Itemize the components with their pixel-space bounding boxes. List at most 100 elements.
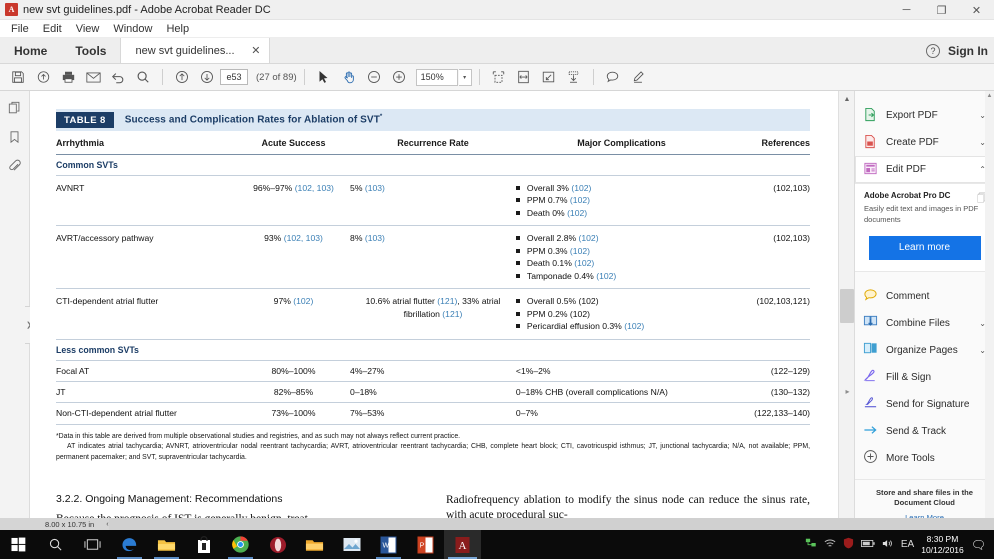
- upload-cloud-icon[interactable]: [31, 66, 55, 88]
- tool-send-for-signature[interactable]: Send for Signature: [855, 391, 994, 418]
- panel-scroll-up[interactable]: ▲: [985, 91, 994, 100]
- language-indicator[interactable]: EA: [901, 539, 914, 550]
- search-icon[interactable]: [131, 66, 155, 88]
- scroll-page-marker[interactable]: ▸: [842, 386, 853, 397]
- cell-acute-success: 82%–85%: [236, 381, 351, 404]
- signin-area: ? Sign In: [926, 38, 988, 64]
- scrollbar-thumb[interactable]: [840, 289, 854, 323]
- volume-icon[interactable]: [882, 538, 894, 552]
- pdf-page: TABLE 8 Success and Complication Rates f…: [30, 91, 838, 532]
- tool-more-tools[interactable]: More Tools: [855, 445, 994, 472]
- menu-window[interactable]: Window: [106, 22, 159, 36]
- network-icon[interactable]: [805, 537, 817, 552]
- svt-table: TABLE 8 Success and Complication Rates f…: [56, 109, 810, 425]
- cell-references: (130–132): [727, 381, 810, 404]
- cell-complications: 0–18% CHB (overall complications N/A): [515, 381, 728, 404]
- print-icon[interactable]: [56, 66, 80, 88]
- page-thumbnails-icon[interactable]: [6, 99, 24, 117]
- minimize-button[interactable]: ─: [889, 0, 924, 20]
- table-badge: TABLE 8: [56, 112, 114, 128]
- save-icon[interactable]: [6, 66, 30, 88]
- notification-icon[interactable]: 🗨: [971, 538, 988, 552]
- word-icon[interactable]: W: [370, 530, 407, 559]
- tab-tools[interactable]: Tools: [61, 38, 120, 63]
- table-group-row: Common SVTs: [56, 154, 810, 176]
- table-row: Non-CTI-dependent atrial flutter 73%–100…: [56, 402, 810, 425]
- tool-edit-pdf[interactable]: Edit PDF ⌃: [855, 156, 994, 183]
- menu-view[interactable]: View: [69, 22, 107, 36]
- page-number-input[interactable]: e53: [220, 69, 248, 85]
- edge-icon[interactable]: [111, 530, 148, 559]
- acrobat-icon[interactable]: A: [444, 530, 481, 559]
- table-row: JT 82%–85% 0–18% 0–18% CHB (overall comp…: [56, 381, 810, 404]
- task-view-icon[interactable]: [74, 530, 111, 559]
- scroll-mode-icon[interactable]: [562, 66, 586, 88]
- wifi-icon[interactable]: [824, 538, 836, 552]
- comment-icon[interactable]: [601, 66, 625, 88]
- next-page-icon[interactable]: [195, 66, 219, 88]
- zoom-out-icon[interactable]: [362, 66, 386, 88]
- help-icon[interactable]: ?: [926, 44, 940, 58]
- send-signature-icon: [863, 395, 878, 413]
- complication-item: Tamponade 0.4% (102): [515, 270, 727, 282]
- complication-item: Death 0% (102): [515, 207, 727, 219]
- opera-icon[interactable]: [259, 530, 296, 559]
- tool-create-pdf[interactable]: Create PDF ⌄: [855, 129, 994, 156]
- tool-send-track[interactable]: Send & Track: [855, 418, 994, 445]
- chevron-down-icon[interactable]: ▾: [458, 68, 472, 86]
- chrome-icon[interactable]: [222, 530, 259, 559]
- table-row: AVRT/accessory pathway 93% (102, 103) 8%…: [56, 225, 810, 290]
- store-icon[interactable]: [185, 530, 222, 559]
- tools-panel-scrollbar[interactable]: ▲ ▼: [985, 91, 994, 532]
- tool-comment[interactable]: Comment: [855, 283, 994, 310]
- bookmarks-icon[interactable]: [6, 128, 24, 146]
- menu-file[interactable]: File: [4, 22, 36, 36]
- promo-description: Easily edit text and images in PDF docum…: [864, 204, 979, 224]
- powerpoint-icon[interactable]: P: [407, 530, 444, 559]
- battery-icon[interactable]: [860, 539, 875, 551]
- learn-more-button[interactable]: Learn more: [868, 235, 981, 260]
- tool-label: Send & Track: [886, 425, 947, 437]
- fit-width-icon[interactable]: [512, 66, 536, 88]
- menu-help[interactable]: Help: [159, 22, 196, 36]
- close-button[interactable]: ✕: [959, 0, 994, 20]
- tool-organize-pages[interactable]: Organize Pages ⌄: [855, 337, 994, 364]
- scroll-up-arrow[interactable]: ▲: [839, 91, 854, 107]
- document-vertical-scrollbar[interactable]: ▲ ▸ ▼: [838, 91, 854, 532]
- section-heading: 3.2.2. Ongoing Management: Recommendatio…: [56, 492, 283, 505]
- maximize-button[interactable]: ❐: [924, 0, 959, 20]
- tool-label: Edit PDF: [886, 164, 927, 175]
- zoom-in-icon[interactable]: [387, 66, 411, 88]
- sign-in-button[interactable]: Sign In: [948, 44, 988, 58]
- cell-acute-success: 96%–97% (102, 103): [236, 175, 351, 227]
- select-tool-icon[interactable]: [312, 66, 336, 88]
- tab-home[interactable]: Home: [0, 38, 61, 63]
- taskbar-search-icon[interactable]: [37, 530, 74, 559]
- fit-page-icon[interactable]: [487, 66, 511, 88]
- fullscreen-icon[interactable]: [537, 66, 561, 88]
- zoom-level-input[interactable]: 150%: [415, 68, 458, 86]
- tool-combine-files[interactable]: Combine Files ⌄: [855, 310, 994, 337]
- shield-icon[interactable]: [843, 537, 854, 552]
- cell-arrhythmia: CTI-dependent atrial flutter: [56, 288, 237, 340]
- undo-icon[interactable]: [106, 66, 130, 88]
- column-header-arrhythmia: Arrhythmia: [56, 131, 237, 155]
- photos-icon[interactable]: [333, 530, 370, 559]
- horizontal-scrollbar-track[interactable]: [108, 518, 994, 530]
- attachments-icon[interactable]: [6, 157, 24, 175]
- menu-edit[interactable]: Edit: [36, 22, 69, 36]
- taskbar-clock[interactable]: 8:30 PM 10/12/2016: [921, 534, 964, 555]
- folder-icon[interactable]: [296, 530, 333, 559]
- tool-label: Send for Signature: [886, 398, 970, 410]
- email-icon[interactable]: [81, 66, 105, 88]
- tab-document[interactable]: new svt guidelines... ✕: [120, 38, 271, 63]
- tool-fill-sign[interactable]: Fill & Sign: [855, 364, 994, 391]
- file-explorer-icon[interactable]: [148, 530, 185, 559]
- tool-export-pdf[interactable]: Export PDF ⌄: [855, 102, 994, 129]
- previous-page-icon[interactable]: [170, 66, 194, 88]
- start-icon[interactable]: [0, 530, 37, 559]
- cell-references: (122–129): [727, 360, 810, 382]
- tab-close-icon[interactable]: ✕: [251, 44, 260, 57]
- hand-tool-icon[interactable]: [337, 66, 361, 88]
- highlight-icon[interactable]: [626, 66, 650, 88]
